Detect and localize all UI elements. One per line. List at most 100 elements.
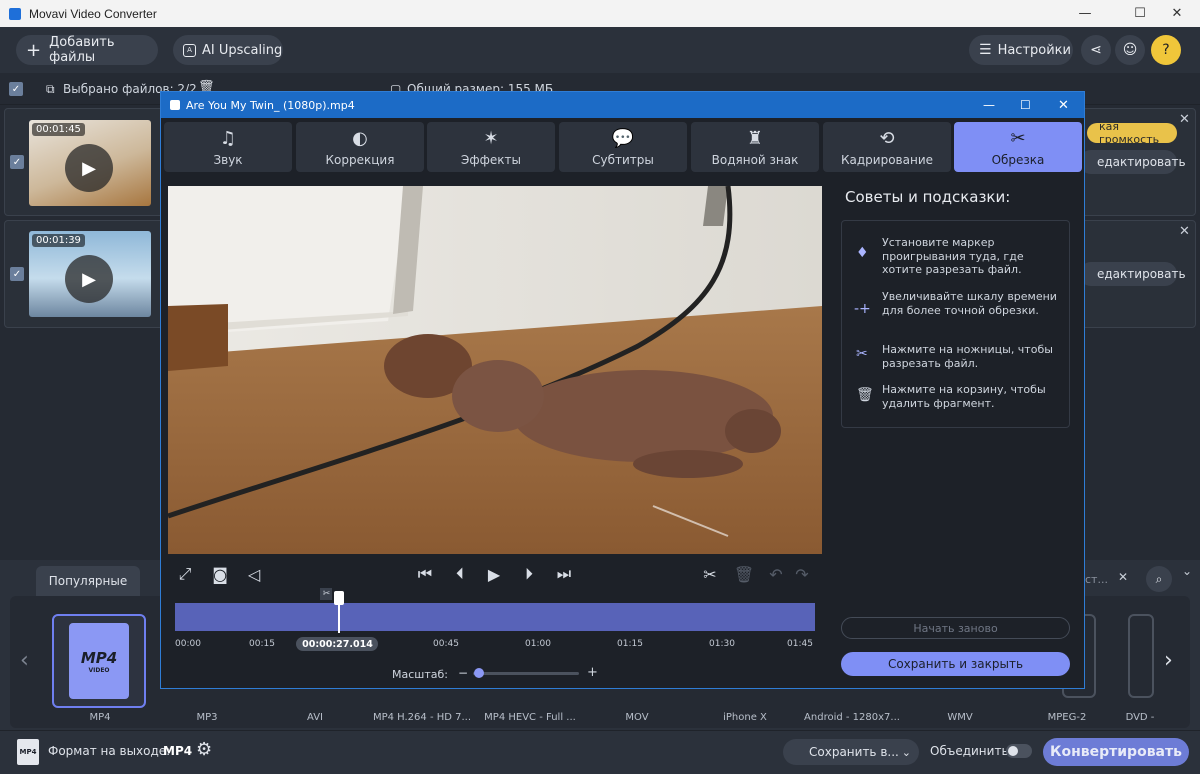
minimize-button[interactable]: — <box>1062 0 1108 27</box>
volume-icon[interactable]: ◁ <box>243 564 265 584</box>
scale-slider[interactable] <box>473 672 579 675</box>
video-frame <box>168 186 822 554</box>
file-checkbox[interactable]: ✓ <box>10 155 24 169</box>
user-icon: ☺ <box>1122 42 1138 58</box>
dialog-maximize-button[interactable]: ☐ <box>1020 98 1031 112</box>
tab-watermark[interactable]: ♜ Водяной знак <box>691 122 819 172</box>
chevron-down-icon[interactable]: ⌄ <box>1182 564 1192 578</box>
tip-text: Увеличивайте шкалу времени для более точ… <box>882 290 1057 317</box>
scale-slider-handle[interactable] <box>474 668 484 678</box>
account-button[interactable]: ☺ <box>1115 35 1145 65</box>
select-all-checkbox[interactable]: ✓ <box>9 82 23 96</box>
duration-badge: 00:01:39 <box>32 234 85 247</box>
zoom-out-icon[interactable]: − <box>458 666 468 680</box>
undo-icon[interactable]: ↶ <box>765 564 787 584</box>
play-icon[interactable]: ▶ <box>65 144 113 192</box>
gear-icon[interactable]: ⚙ <box>196 739 212 760</box>
remove-file-icon[interactable]: ✕ <box>1179 112 1190 127</box>
add-files-label: Добавить файлы <box>49 35 115 65</box>
video-thumbnail[interactable]: 00:01:45 ▶ <box>29 120 151 206</box>
settings-button[interactable]: ☰ Настройки <box>969 35 1073 65</box>
footer-bar: MP4 Формат на выходе: MP4 ⚙ Сохранить в.… <box>0 730 1200 774</box>
skip-start-icon[interactable]: ⏮ <box>414 564 436 584</box>
save-to-label: Сохранить в... <box>809 745 899 759</box>
scissors-icon: ✂ <box>1010 127 1026 149</box>
redo-icon[interactable]: ↷ <box>791 564 813 584</box>
camera-icon[interactable]: ◙ <box>209 564 231 584</box>
timeline-track[interactable] <box>175 603 815 631</box>
file-checkbox[interactable]: ✓ <box>10 267 24 281</box>
tips-title: Советы и подсказки: <box>845 188 1011 206</box>
scale-label: Масштаб: <box>392 668 448 681</box>
merge-toggle[interactable] <box>1006 744 1032 758</box>
tab-subtitles[interactable]: 💬 Субтитры <box>559 122 687 172</box>
format-label: iPhone X <box>723 712 767 723</box>
timeline-tick: 01:00 <box>525 639 551 649</box>
scissors-icon[interactable]: ✂ <box>699 564 721 584</box>
search-device-button[interactable]: ⌕ <box>1146 566 1172 592</box>
convert-button[interactable]: Конвертировать <box>1043 738 1189 766</box>
share-icon: ⋖ <box>1090 42 1102 58</box>
search-icon: ⌕ <box>1155 571 1163 586</box>
save-close-button[interactable]: Сохранить и закрыть <box>841 652 1070 676</box>
format-search-input[interactable]: ст... <box>1085 568 1140 590</box>
close-button[interactable]: ✕ <box>1154 0 1200 27</box>
dialog-logo-icon <box>170 100 180 110</box>
tab-correction[interactable]: ◐ Коррекция <box>296 122 424 172</box>
ai-upscaling-button[interactable]: A AI Upscaling <box>173 35 283 65</box>
video-thumbnail[interactable]: 00:01:39 ▶ <box>29 231 151 317</box>
edit-button[interactable]: едактировать <box>1079 150 1186 174</box>
tab-popular[interactable]: Популярные <box>36 566 140 596</box>
trim-dialog: Are You My Twin_ (1080p).mp4 — ☐ ✕ ♫ Звук… <box>160 91 1085 689</box>
main-toolbar: + Добавить файлы A AI Upscaling ☰ Настро… <box>0 27 1200 73</box>
volume-badge[interactable]: кая громкость <box>1087 120 1177 146</box>
skip-end-icon[interactable]: ⏭ <box>553 564 575 584</box>
tab-trim[interactable]: ✂ Обрезка <box>954 122 1082 172</box>
playhead-marker[interactable] <box>334 591 345 633</box>
clear-search-icon[interactable]: ✕ <box>1118 570 1128 584</box>
timeline-tick: 01:45 <box>787 639 813 649</box>
app-title: Movavi Video Converter <box>29 6 157 21</box>
format-label: MP4 H.264 - HD 7... <box>372 712 472 723</box>
tab-label: Звук <box>213 152 243 167</box>
files-doc-icon: ⧉ <box>46 82 55 96</box>
magic-wand-icon: ✶ <box>483 127 499 149</box>
tab-crop[interactable]: ⟲ Кадрирование <box>823 122 951 172</box>
format-card-dvd[interactable] <box>1128 614 1154 698</box>
format-card-mp4[interactable]: MP4 VIDEO <box>52 614 146 708</box>
add-files-button[interactable]: + Добавить файлы <box>16 35 158 65</box>
cut-marker-icon: ✂ <box>320 588 333 600</box>
format-label: AVI <box>307 712 323 723</box>
next-frame-icon[interactable]: ⏵ <box>518 564 540 584</box>
contrast-icon: ◐ <box>352 127 368 149</box>
video-preview[interactable] <box>168 186 822 554</box>
tip-text: Нажмите на ножницы, чтобы разрезать файл… <box>882 343 1053 370</box>
merge-label: Объединить: <box>930 744 1013 758</box>
timeline-tick: 00:15 <box>249 639 275 649</box>
play-icon[interactable]: ▶ <box>65 255 113 303</box>
sliders-icon: ☰ <box>979 42 992 58</box>
fullscreen-icon[interactable]: ⤢ <box>175 564 195 584</box>
zoom-in-icon[interactable]: + <box>587 665 598 680</box>
output-format-label: Формат на выходе: <box>48 744 171 758</box>
dialog-minimize-button[interactable]: — <box>983 98 995 112</box>
chevron-left-icon[interactable]: ‹ <box>20 648 29 673</box>
edit-button[interactable]: едактировать <box>1079 262 1186 286</box>
share-button[interactable]: ⋖ <box>1081 35 1111 65</box>
mp4-file-icon: MP4 VIDEO <box>69 623 129 699</box>
prev-frame-icon[interactable]: ⏴ <box>449 564 471 584</box>
tab-sound[interactable]: ♫ Звук <box>164 122 292 172</box>
chevron-right-icon[interactable]: › <box>1164 648 1173 673</box>
tab-label: Кадрирование <box>841 152 933 167</box>
remove-file-icon[interactable]: ✕ <box>1179 224 1190 239</box>
help-button[interactable]: ? <box>1151 35 1181 65</box>
tab-label: Коррекция <box>325 152 395 167</box>
trash-icon[interactable]: 🗑 <box>733 564 755 584</box>
settings-label: Настройки <box>997 42 1071 58</box>
dialog-close-button[interactable]: ✕ <box>1058 98 1069 113</box>
save-to-dropdown[interactable]: Сохранить в... ⌄ <box>783 739 919 765</box>
restart-button[interactable]: Начать заново <box>841 617 1070 639</box>
duration-badge: 00:01:45 <box>32 123 85 136</box>
play-icon[interactable]: ▶ <box>483 564 505 584</box>
tab-effects[interactable]: ✶ Эффекты <box>427 122 555 172</box>
